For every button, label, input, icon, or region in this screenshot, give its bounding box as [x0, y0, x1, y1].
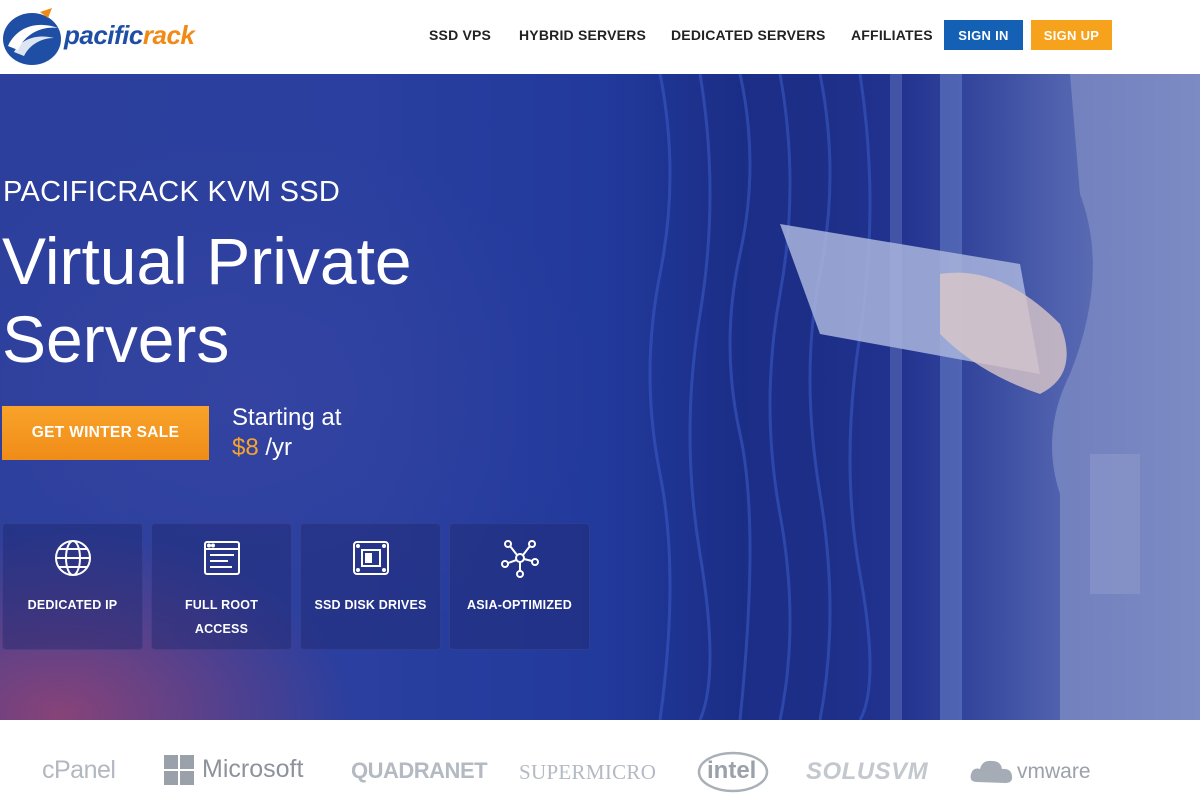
partner-microsoft-text: Microsoft — [202, 755, 304, 783]
partner-quadranet-logo: QUADRANET — [351, 758, 488, 783]
feature-asia-optimized: ASIA-OPTIMIZED — [449, 523, 590, 650]
microsoft-windows-icon — [164, 755, 194, 785]
network-nodes-icon — [500, 540, 539, 578]
partner-cpanel-logo: cPanel — [42, 756, 116, 784]
partner-vmware-text: vmware — [1017, 760, 1091, 783]
price-period: /yr — [265, 434, 293, 461]
ssd-drive-icon — [352, 541, 389, 575]
partner-logos-strip: cPanel Microsoft QUADRANET SUPERMICRO in… — [0, 720, 1200, 810]
pacificrack-logo[interactable]: pacificrack — [2, 6, 217, 66]
feature-label: SSD DISK DRIVES — [314, 598, 427, 612]
hero-banner: PACIFICRACK KVM SSD Virtual Private Serv… — [0, 74, 1200, 720]
logo-wordmark: pacificrack — [64, 20, 195, 51]
hero-title-line2: Servers — [2, 302, 230, 376]
hero-subtitle: PACIFICRACK KVM SSD — [3, 176, 341, 208]
sign-up-button[interactable]: SIGN UP — [1031, 20, 1112, 50]
price-amount: $8 — [232, 434, 259, 461]
feature-full-root-access: FULL ROOT ACCESS — [151, 523, 292, 650]
partner-supermicro-logo: SUPERMICRO — [519, 760, 657, 784]
nav-affiliates[interactable]: AFFILIATES — [851, 27, 933, 43]
globe-icon — [54, 540, 91, 576]
vmware-cloud-icon — [970, 760, 1013, 783]
get-winter-sale-button[interactable]: GET WINTER SALE — [2, 406, 209, 460]
sign-in-button[interactable]: SIGN IN — [944, 20, 1023, 50]
feature-dedicated-ip: DEDICATED IP — [2, 523, 143, 650]
feature-label: FULL ROOT ACCESS — [184, 598, 259, 636]
nav-dedicated-servers[interactable]: DEDICATED SERVERS — [671, 27, 826, 43]
server-rack-photo — [640, 74, 1200, 720]
feature-ssd-disk-drives: SSD DISK DRIVES — [300, 523, 441, 650]
logo-text-pacific: pacific — [64, 20, 143, 50]
logo-text-rack: rack — [142, 20, 195, 50]
logo-wave-icon — [3, 8, 61, 65]
hero-title: Virtual Private Servers — [2, 222, 522, 378]
feature-label: DEDICATED IP — [27, 598, 118, 612]
price-value: $8 /yr — [232, 434, 292, 462]
terminal-window-icon — [203, 541, 240, 575]
site-header: pacificrack SSD VPS HYBRID SERVERS DEDIC… — [0, 0, 1200, 74]
partner-solusvm-logo: SOLUSVM — [806, 758, 929, 785]
price-label: Starting at — [232, 404, 342, 431]
nav-ssd-vps[interactable]: SSD VPS — [429, 27, 491, 43]
feature-label: ASIA-OPTIMIZED — [467, 598, 572, 612]
nav-hybrid-servers[interactable]: HYBRID SERVERS — [519, 27, 646, 43]
partner-intel-text: intel — [707, 757, 757, 784]
hero-title-line1: Virtual Private — [2, 224, 412, 298]
